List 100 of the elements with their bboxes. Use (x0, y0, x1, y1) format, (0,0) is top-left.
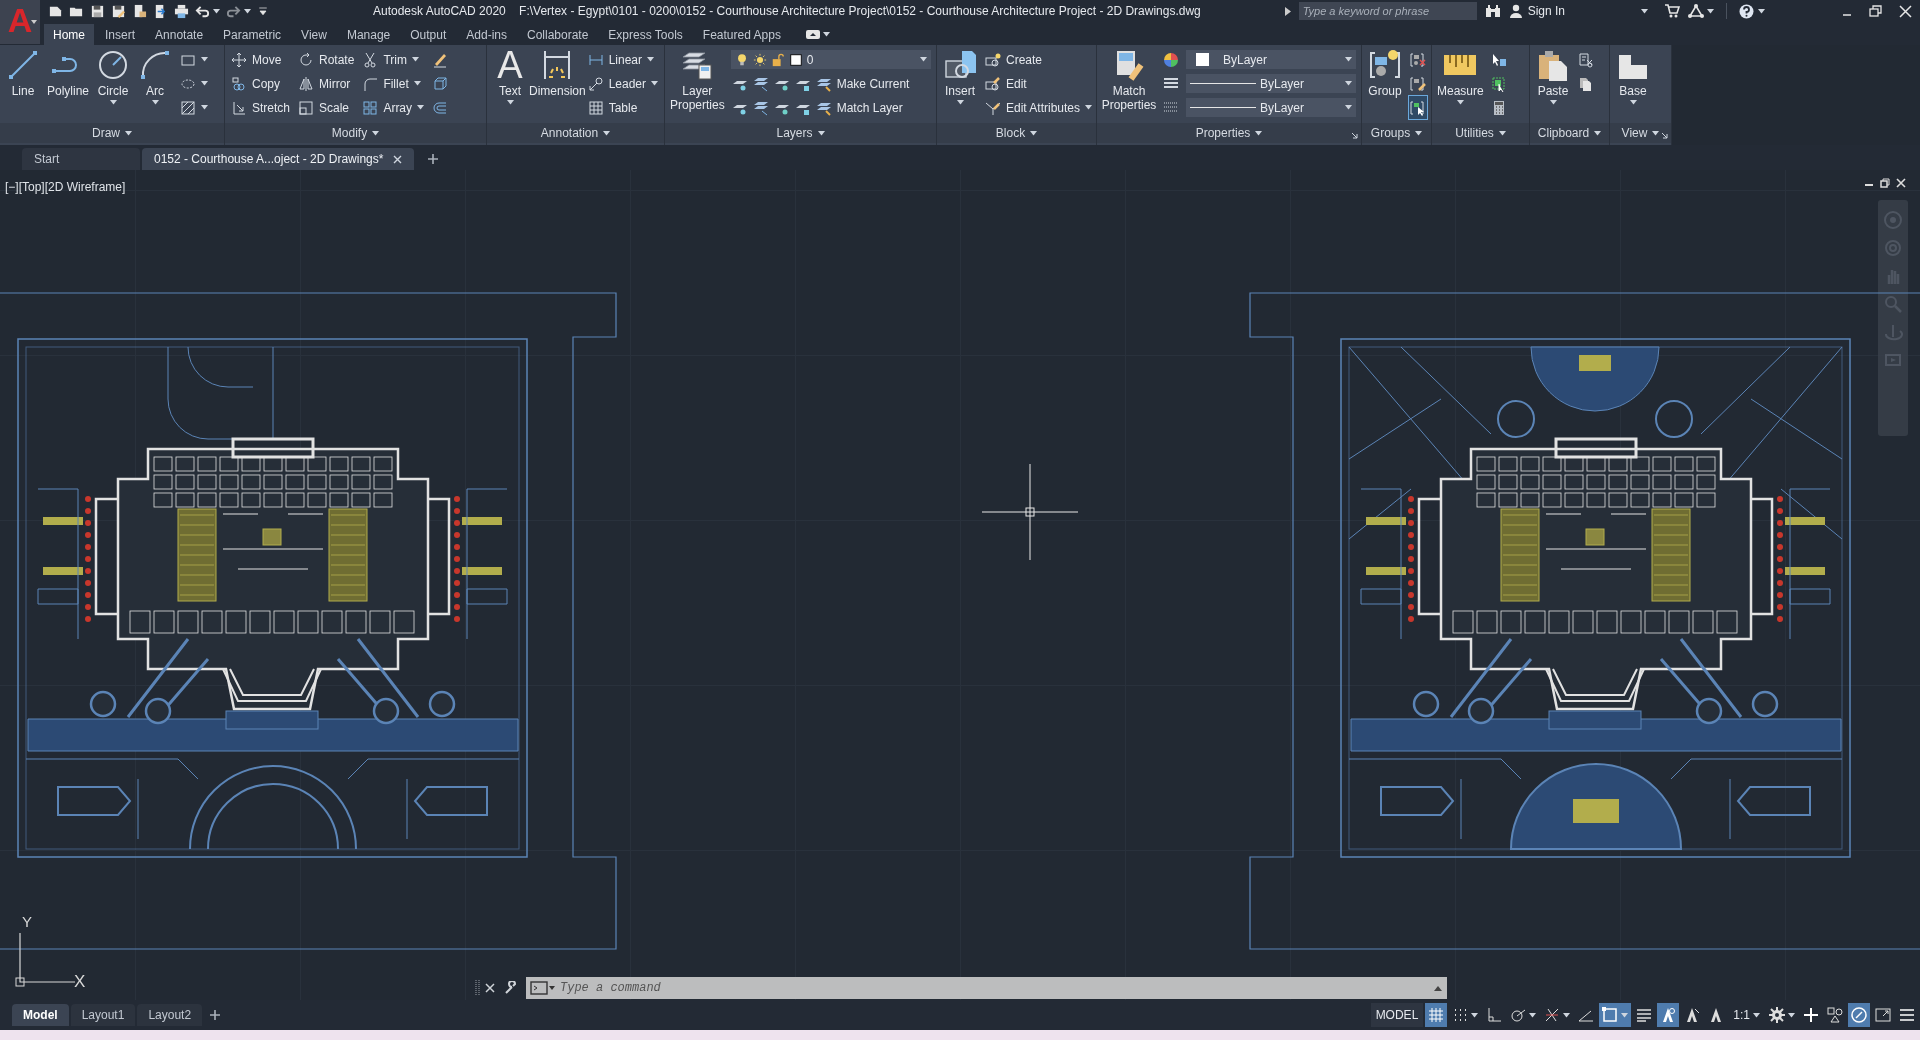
tool-button[interactable]: Group (1367, 48, 1403, 98)
grid-icon (1428, 1007, 1445, 1023)
quick-access-button[interactable] (174, 3, 189, 19)
viewport-label[interactable]: [−][Top][2D Wireframe] (5, 178, 126, 196)
cart-button[interactable] (1664, 4, 1680, 18)
quick-access-button[interactable] (132, 3, 147, 19)
drawing-area[interactable]: [−][Top][2D Wireframe] Y X Type a command (0, 170, 1920, 1000)
command-input[interactable]: Type a command (560, 979, 1429, 997)
file-tab[interactable]: Start (22, 148, 140, 170)
tool-button[interactable] (1409, 96, 1427, 119)
tool-button[interactable]: Rotate (297, 48, 356, 71)
panel-title[interactable]: Layers (776, 124, 825, 142)
wrench-icon[interactable] (504, 981, 518, 995)
close-icon[interactable] (484, 982, 496, 994)
status-toggle[interactable] (1599, 1003, 1632, 1027)
ribbon-tab[interactable]: Collaborate (518, 24, 598, 45)
grip-icon[interactable] (475, 979, 481, 997)
tool-button[interactable]: Mirror (297, 72, 356, 95)
tool-button[interactable]: Edit Attributes (984, 96, 1094, 119)
tool-button[interactable]: Arc (137, 48, 174, 105)
tool-button[interactable]: Match Properties (1102, 48, 1156, 112)
sign-in-button[interactable]: Sign In (1508, 2, 1648, 20)
ribbon-tab[interactable]: Insert (96, 24, 145, 45)
dialog-launcher-icon[interactable] (1351, 132, 1358, 139)
tool-button[interactable]: Linear (586, 48, 659, 71)
customize-button[interactable] (257, 5, 269, 17)
expand-icon[interactable] (1284, 6, 1291, 16)
tool-button[interactable]: Array (361, 96, 426, 119)
caret-icon[interactable] (1433, 984, 1443, 992)
new-layout-icon[interactable] (210, 1010, 221, 1020)
tool-button[interactable]: Copy (230, 72, 291, 95)
status-toggle[interactable] (1657, 1003, 1680, 1027)
isolate-objects-icon (1827, 1007, 1843, 1023)
panel-title[interactable]: Modify (331, 124, 380, 142)
tool-button[interactable]: Fillet (361, 72, 426, 95)
restore-icon[interactable] (1869, 5, 1883, 17)
layer-dropdown[interactable]: 0 (730, 50, 931, 69)
ribbon-tab[interactable]: Add-ins (457, 24, 516, 45)
tool-button[interactable]: Stretch (230, 96, 291, 119)
tool-button[interactable]: Insert (942, 48, 978, 105)
tool-button[interactable]: Create (984, 48, 1094, 71)
ribbon-tab[interactable]: Express Tools (599, 24, 692, 45)
caret-icon (417, 105, 425, 110)
scissors-icon (362, 51, 379, 68)
annotation-scale-button[interactable]: 1:1 (1729, 1003, 1764, 1027)
status-toggle[interactable] (1848, 1003, 1870, 1027)
ribbon-tab[interactable]: Home (44, 24, 94, 45)
caret-icon (31, 20, 37, 24)
search-field[interactable]: Type a keyword or phrase (1298, 2, 1477, 20)
file-tab[interactable]: 0152 - Courthouse A...oject - 2D Drawings* (142, 148, 415, 170)
layer-tool-icon (752, 99, 769, 116)
layout-tab[interactable]: Model (12, 1004, 69, 1026)
tool-button[interactable]: Line (5, 48, 41, 98)
tool-button[interactable]: Circle (95, 48, 132, 105)
tool-button[interactable]: Scale (297, 96, 356, 119)
tool-button[interactable]: Measure (1437, 48, 1484, 105)
tool-button[interactable]: Polyline (47, 48, 90, 98)
property-dropdown[interactable]: ByLayer (1186, 50, 1356, 69)
tool-button[interactable]: Base (1615, 48, 1651, 105)
model-space-button[interactable]: MODEL (1370, 1003, 1424, 1027)
quick-access-button[interactable] (153, 3, 168, 19)
property-dropdown[interactable]: ByLayer (1186, 98, 1356, 117)
network-button[interactable] (1688, 4, 1714, 18)
close-icon[interactable] (1896, 178, 1906, 188)
ribbon-tab[interactable]: Annotate (146, 24, 213, 45)
close-icon[interactable] (393, 154, 403, 164)
tool-button[interactable]: Trim (361, 48, 426, 71)
tool-button[interactable]: Layer Properties (670, 48, 725, 112)
tool-button[interactable]: Move (230, 48, 291, 71)
tool-button[interactable]: Leader (586, 72, 659, 95)
binoculars-icon[interactable] (1484, 4, 1501, 18)
ribbon-tab[interactable]: Featured Apps (693, 24, 790, 45)
ribbon-tab[interactable]: View (292, 24, 336, 45)
tool-button[interactable]: Edit (984, 72, 1094, 95)
help-button[interactable] (1739, 3, 1765, 19)
fullscreen-icon (1875, 1007, 1891, 1023)
dialog-launcher-icon[interactable] (1661, 132, 1668, 139)
ribbon-tab[interactable]: Parametric (214, 24, 291, 45)
property-dropdown[interactable]: ByLayer (1186, 74, 1356, 93)
tool-button[interactable]: Table (586, 96, 659, 119)
restore-icon[interactable] (1880, 178, 1890, 188)
tool-button[interactable]: Paste (1535, 48, 1571, 105)
ribbon-tab[interactable]: Output (401, 24, 456, 45)
status-toggle[interactable] (1425, 1003, 1448, 1027)
quick-access-button[interactable] (111, 3, 126, 19)
layout-tab[interactable]: Layout1 (70, 1004, 136, 1026)
caret-icon (1621, 1012, 1629, 1018)
tool-button[interactable]: Make Current (730, 72, 931, 95)
tool-button[interactable]: Match Layer (730, 96, 931, 119)
tool-button[interactable]: A Text (492, 48, 528, 105)
close-icon[interactable] (1899, 4, 1912, 18)
cart-icon (1664, 4, 1680, 18)
command-line-field[interactable]: Type a command (526, 977, 1447, 999)
ribbon-tab[interactable]: Manage (337, 24, 400, 45)
quick-access-button[interactable] (90, 3, 105, 19)
caret-icon (411, 57, 419, 62)
layout-tab[interactable]: Layout2 (137, 1004, 203, 1026)
new-tab-icon[interactable] (428, 154, 439, 164)
toggle-ribbon-icon[interactable] (805, 30, 820, 39)
panel-title[interactable]: Draw (92, 124, 132, 142)
